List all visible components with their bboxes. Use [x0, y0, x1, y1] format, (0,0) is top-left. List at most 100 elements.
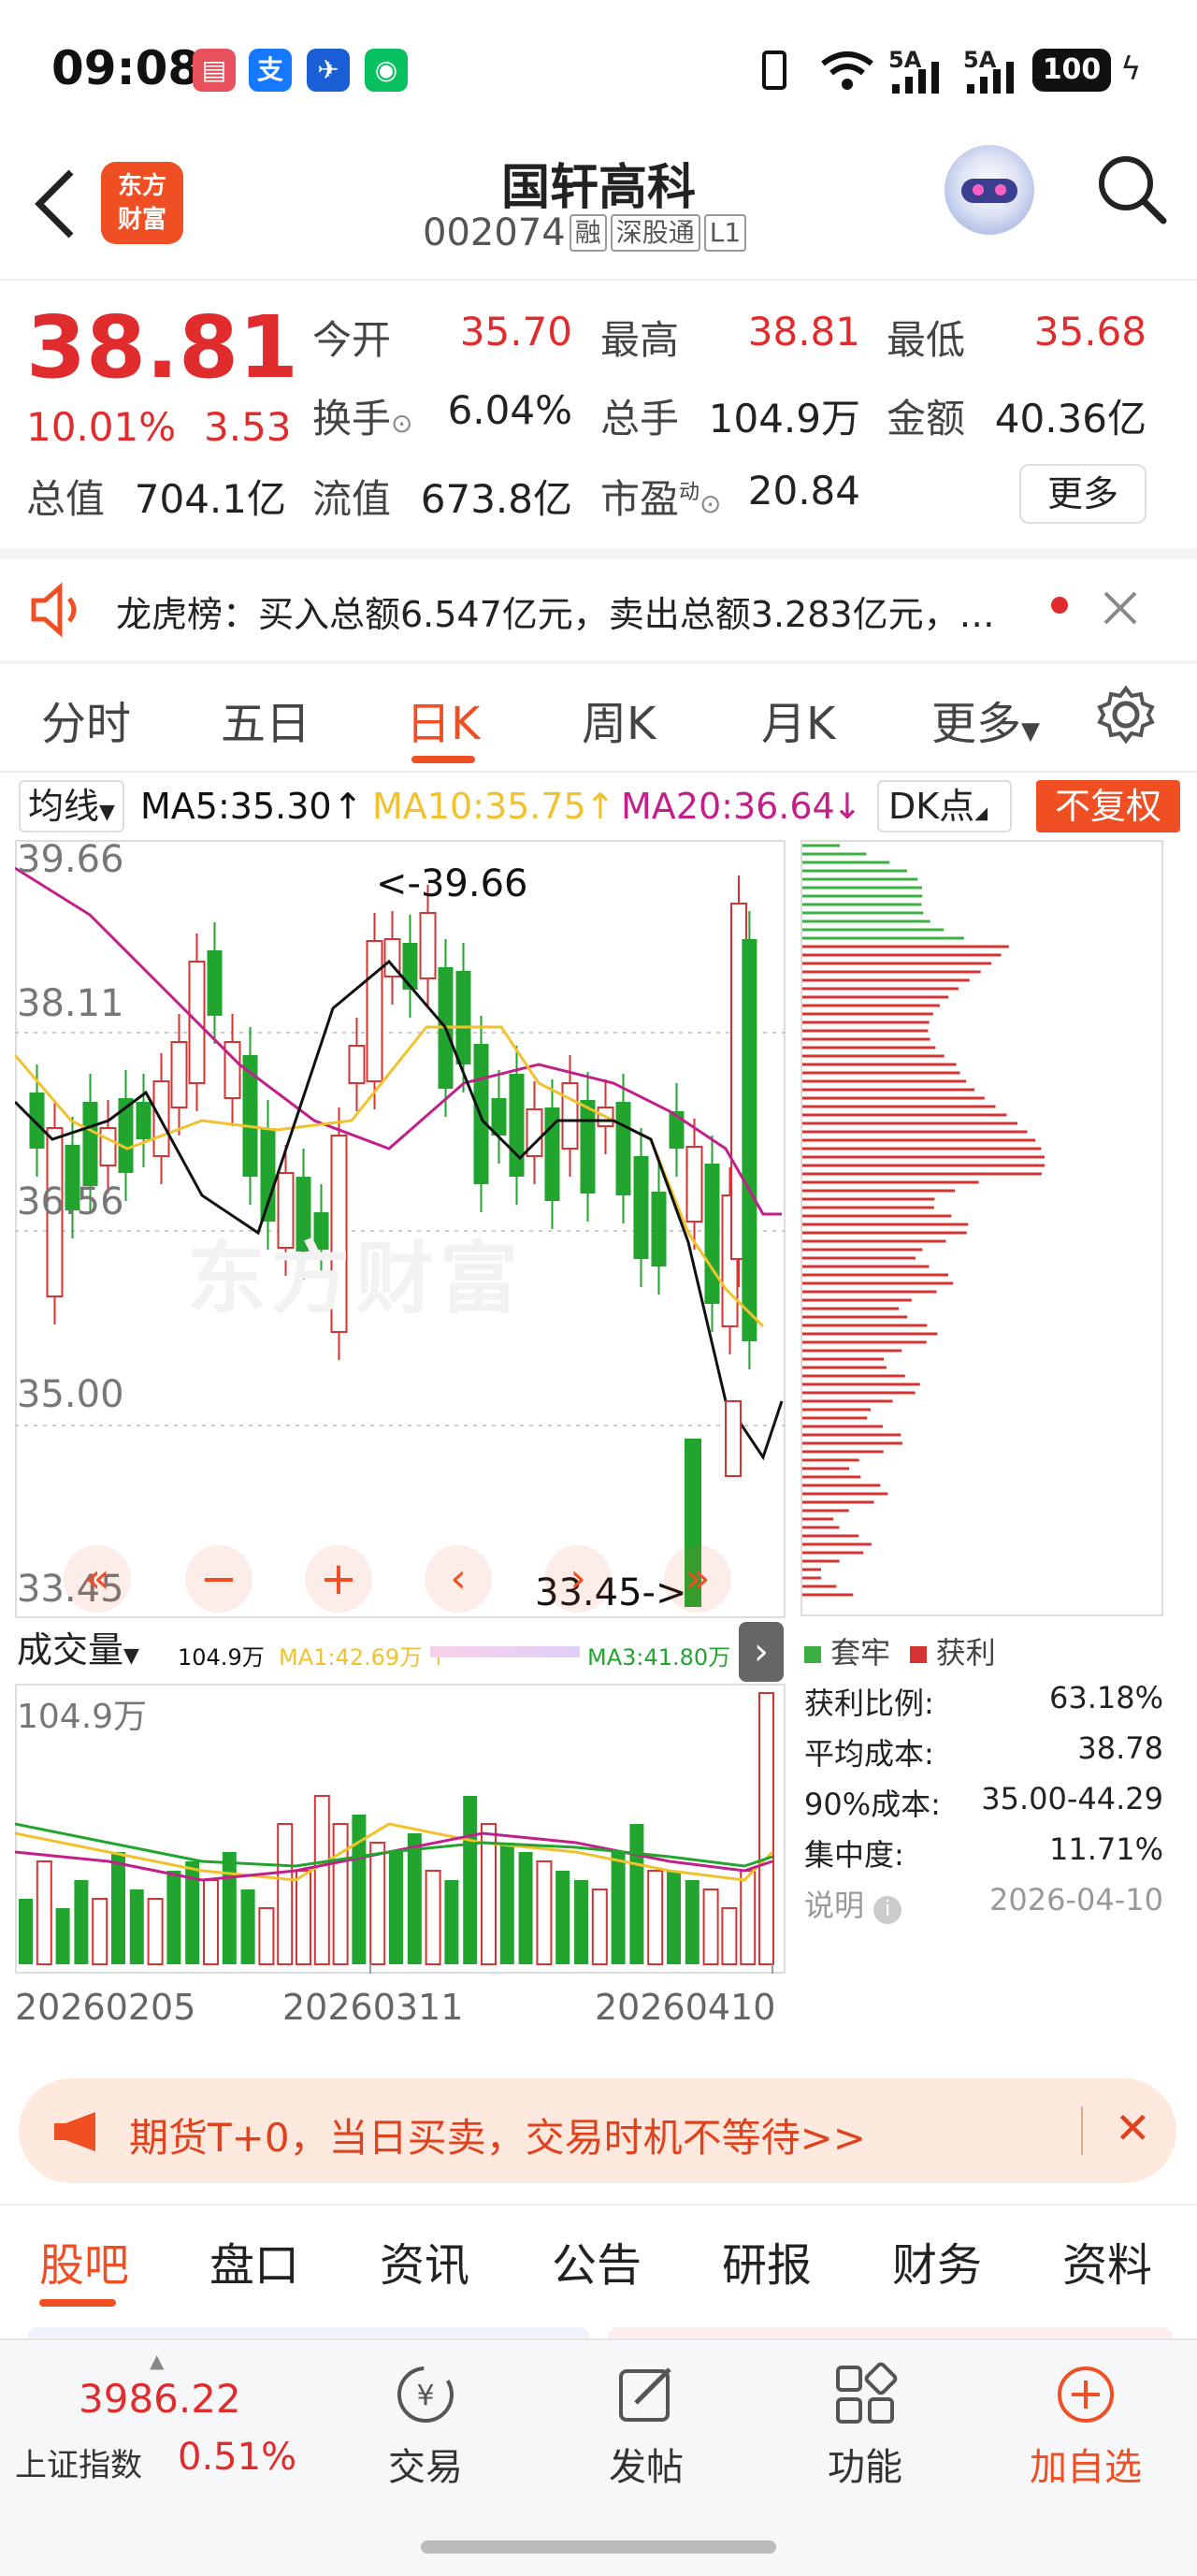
tab-five-day[interactable]: 五日: [221, 687, 310, 752]
chip-row: 平均成本: 38.78: [804, 1730, 1163, 1772]
battery-icon: 100: [1032, 49, 1111, 92]
amount-label: 金额: [887, 396, 966, 441]
nav-functions[interactable]: 功能: [795, 2362, 935, 2491]
tag-connect: 深股通: [610, 214, 700, 252]
low-value: 35.68: [1033, 309, 1147, 355]
fast-forward-icon[interactable]: »: [664, 1545, 731, 1613]
date-label-1: 20260311: [282, 1987, 464, 2028]
current-price: 38.81: [26, 297, 299, 398]
robot-avatar-button[interactable]: [945, 145, 1034, 235]
y-label-0: 39.66: [17, 838, 124, 881]
ma10-arrow: ↑: [585, 786, 615, 827]
index-percent: 0.51%: [178, 2436, 297, 2479]
trapped-swatch: [804, 1646, 821, 1663]
dk-select[interactable]: DK点◢: [877, 780, 1012, 832]
tab-forum[interactable]: 股吧: [39, 2228, 129, 2294]
chip-row: 集中度: 11.71%: [804, 1831, 1163, 1873]
section-tab-underline: [39, 2299, 116, 2307]
home-indicator[interactable]: [421, 2540, 776, 2554]
chip-note-row: 说明 i 2026-04-10: [804, 1882, 1163, 1924]
chip-legend: 套牢 获利: [804, 1629, 996, 1672]
close-notice-icon[interactable]: [1102, 589, 1139, 627]
pan-right-icon[interactable]: ›: [544, 1545, 612, 1613]
tab-weekly-k[interactable]: 周K: [582, 687, 656, 752]
futures-ad-banner[interactable]: 期货T+0，当日买卖，交易时机不等待>> ✕: [19, 2078, 1176, 2183]
low-label: 最低: [887, 317, 966, 363]
unread-dot: [1051, 597, 1068, 614]
chevron-up-icon[interactable]: ▲: [150, 2350, 164, 2372]
dragon-tiger-notice[interactable]: 龙虎榜：买入总额6.547亿元，卖出总额3.283亿元，…: [0, 561, 1197, 660]
tab-research[interactable]: 研报: [722, 2228, 812, 2294]
search-icon[interactable]: [1094, 152, 1169, 226]
pe-label: 市盈动⊙: [600, 476, 722, 522]
more-quote-button[interactable]: 更多: [1019, 464, 1147, 524]
vibrate-icon: [762, 51, 786, 90]
nav-post[interactable]: 发帖: [576, 2362, 716, 2491]
chip-row: 获利比例: 63.18%: [804, 1680, 1163, 1721]
charging-icon: ϟ: [1120, 51, 1142, 88]
index-name[interactable]: 上证指数: [15, 2439, 142, 2485]
notice-text: 龙虎榜：买入总额6.547亿元，卖出总额3.283亿元，…: [116, 594, 995, 635]
info-icon[interactable]: i: [873, 1896, 902, 1924]
svg-text:¥: ¥: [416, 2380, 434, 2412]
ad-text: 期货T+0，当日买卖，交易时机不等待>>: [129, 2115, 866, 2161]
vol-ma3: MA3:41.80万 ↑: [587, 1644, 757, 1671]
ma20-value: MA20:36.64: [621, 786, 835, 827]
blurred-value: [430, 1646, 580, 1657]
high-label: 最高: [600, 317, 680, 363]
tab-order-book[interactable]: 盘口: [209, 2228, 299, 2294]
close-ad-icon[interactable]: ✕: [1115, 2103, 1151, 2153]
clock: 09:08: [51, 41, 201, 95]
expand-arrow-button[interactable]: ›: [739, 1622, 784, 1682]
tab-more[interactable]: 更多▼: [931, 687, 1040, 752]
open-label: 今开: [312, 317, 392, 363]
tab-announcements[interactable]: 公告: [552, 2228, 642, 2294]
zoom-out-icon[interactable]: −: [185, 1545, 252, 1613]
tab-daily-k[interactable]: 日K: [406, 687, 480, 752]
y-label-1: 38.11: [17, 982, 124, 1025]
chart-tabs: 分时 五日 日K 周K 月K 更多▼: [0, 660, 1197, 773]
float-cap-label: 流值: [312, 476, 392, 522]
zoom-in-icon[interactable]: +: [305, 1545, 372, 1613]
pe-value: 20.84: [747, 468, 860, 514]
tab-monthly-k[interactable]: 月K: [761, 687, 835, 752]
date-label-2: 20260410: [595, 1987, 776, 2028]
alipay-icon: 支: [249, 49, 292, 92]
signal-icon: [892, 62, 939, 94]
adjust-toggle[interactable]: 不复权: [1036, 780, 1180, 832]
grid-icon: [836, 2362, 898, 2424]
tab-intraday[interactable]: 分时: [41, 687, 131, 752]
info-icon[interactable]: ⊙: [391, 408, 412, 439]
tag-level: L1: [703, 214, 747, 252]
pan-left-icon[interactable]: ‹: [425, 1545, 492, 1613]
ma20-arrow: ↓: [832, 786, 862, 827]
turnover-value: 6.04%: [447, 387, 572, 433]
volume-select[interactable]: 成交量▼: [17, 1626, 139, 1674]
megaphone-icon: [54, 2112, 95, 2151]
rewind-icon[interactable]: «: [64, 1545, 131, 1613]
tab-news[interactable]: 资讯: [380, 2228, 469, 2294]
volume-current: 104.9万: [178, 1644, 265, 1671]
ma-select[interactable]: 均线▼: [19, 780, 124, 832]
watermark: 东方财富: [187, 1233, 525, 1324]
tab-profile[interactable]: 资料: [1062, 2228, 1152, 2294]
pe-info-icon[interactable]: ⊙: [699, 488, 721, 519]
airline-icon: ✈: [307, 49, 350, 92]
tag-margin: 融: [569, 214, 607, 252]
volume-value: 104.9万: [708, 396, 860, 441]
nav-add-watchlist[interactable]: 加自选: [1016, 2362, 1156, 2491]
wifi-icon: [821, 51, 873, 90]
stock-code-line: 002074 融深股通 L1: [423, 211, 747, 254]
tab-financials[interactable]: 财务: [892, 2228, 982, 2294]
index-value[interactable]: 3986.22: [79, 2376, 241, 2422]
wechat-icon: ◉: [365, 49, 408, 92]
y-label-3: 35.00: [17, 1373, 124, 1416]
nav-trade[interactable]: ¥ 交易: [355, 2362, 496, 2491]
chip-row: 90%成本: 35.00-44.29: [804, 1781, 1163, 1822]
yen-exchange-icon: ¥: [397, 2366, 454, 2423]
ma5-arrow: ↑: [333, 786, 363, 827]
high-value: 38.81: [747, 309, 860, 355]
settings-gear-icon[interactable]: [1096, 685, 1156, 745]
change-amount: 3.53: [204, 404, 292, 450]
chip-stats: 获利比例: 63.18% 平均成本: 38.78 90%成本: 35.00-44.29…: [804, 1680, 1163, 1932]
